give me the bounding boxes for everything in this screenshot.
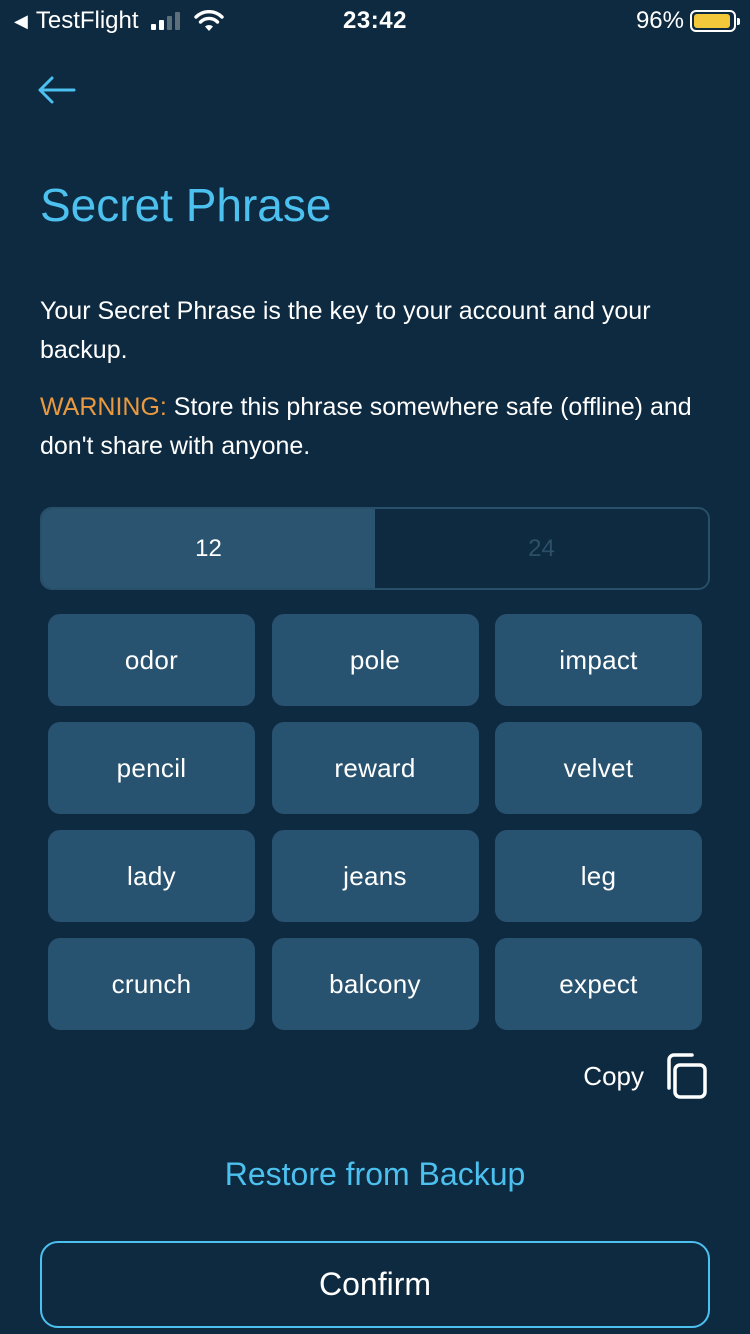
battery-fill	[694, 14, 731, 28]
phrase-word: odor	[48, 614, 255, 706]
secret-phrase-screen: ◀ TestFlight 23:42 96% Secret Phrase You…	[0, 0, 750, 1334]
warning-text: WARNING: Store this phrase somewhere saf…	[40, 388, 700, 466]
warning-label: WARNING:	[40, 393, 167, 421]
copy-icon	[667, 1053, 707, 1099]
phrase-word: velvet	[495, 722, 702, 814]
back-button[interactable]	[34, 70, 78, 110]
phrase-word: reward	[271, 722, 479, 814]
battery-icon	[690, 10, 740, 32]
word-count-option-24[interactable]: 24	[375, 509, 708, 588]
phrase-word: pencil	[48, 722, 255, 814]
confirm-button[interactable]: Confirm	[40, 1241, 710, 1328]
phrase-word: impact	[495, 614, 702, 706]
phrase-word: balcony	[271, 938, 479, 1030]
restore-from-backup-link[interactable]: Restore from Backup	[0, 1156, 750, 1193]
copy-label: Copy	[583, 1060, 644, 1091]
phrase-word: crunch	[48, 938, 255, 1030]
battery-percent: 96%	[635, 7, 684, 34]
description-text: Your Secret Phrase is the key to your ac…	[40, 297, 651, 364]
phrase-word: expect	[495, 938, 702, 1030]
secret-phrase-grid: odor pole impact pencil reward velvet la…	[48, 614, 702, 1030]
phrase-word: jeans	[271, 830, 479, 922]
copy-button[interactable]: Copy	[583, 1052, 710, 1100]
status-bar-right: 96%	[635, 7, 740, 35]
arrow-left-icon	[38, 76, 76, 104]
phrase-word: leg	[495, 830, 702, 922]
word-count-toggle: 12 24	[40, 507, 710, 590]
phrase-word: pole	[271, 614, 479, 706]
phrase-word: lady	[48, 830, 255, 922]
word-count-option-12[interactable]: 12	[42, 509, 375, 588]
status-bar: ◀ TestFlight 23:42 96%	[0, 0, 750, 42]
page-title: Secret Phrase	[40, 179, 332, 231]
